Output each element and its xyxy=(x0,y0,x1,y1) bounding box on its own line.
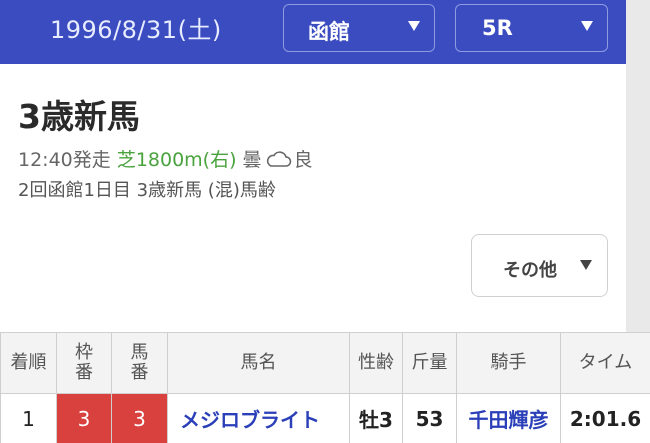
race-info-line: 12:40発走 芝1800m(右) 曇 良 xyxy=(18,145,313,174)
race-number-select[interactable]: 5R xyxy=(455,4,608,52)
header-horse[interactable]: 馬名 xyxy=(167,332,350,394)
header-waku-line2: 番 xyxy=(75,362,93,383)
venue-select[interactable]: 函館 xyxy=(283,4,435,52)
results-table: 着順 枠番 馬番 馬名 性齢 斤量 騎手 タイム 1 3 3 メジロブライト 牡… xyxy=(0,332,650,443)
cloud-icon xyxy=(264,149,292,174)
table-header-row: 着順 枠番 馬番 馬名 性齢 斤量 騎手 タイム xyxy=(0,332,650,394)
header-time[interactable]: タイム xyxy=(560,332,650,394)
other-menu-label: その他 xyxy=(503,260,557,281)
venue-select-value: 函館 xyxy=(308,20,350,44)
course-info: 芝1800m(右) xyxy=(116,149,237,171)
scrollbar-track[interactable] xyxy=(626,0,650,332)
start-time: 12:40発走 xyxy=(18,149,111,171)
track-condition: 良 xyxy=(293,149,313,171)
horse-name-link[interactable]: メジロブライト xyxy=(167,393,350,443)
race-date-value: 1996/8/31 xyxy=(50,16,178,44)
header-jockey[interactable]: 騎手 xyxy=(456,332,561,394)
race-date: 1996/8/31(土) xyxy=(50,10,222,45)
race-title: 3歳新馬 xyxy=(18,97,140,136)
jockey-name-link[interactable]: 千田輝彦 xyxy=(456,393,561,443)
cell-waku: 3 xyxy=(56,393,112,443)
header-weight[interactable]: 斤量 xyxy=(402,332,457,394)
cell-weight: 53 xyxy=(402,393,457,443)
cell-rank: 1 xyxy=(0,393,57,443)
race-header-bar: 1996/8/31(土) 函館 5R xyxy=(0,0,626,64)
table-row: 1 3 3 メジロブライト 牡3 53 千田輝彦 2:01.6 xyxy=(0,393,650,443)
cell-time: 2:01.6 xyxy=(560,393,650,443)
chevron-down-icon xyxy=(580,260,592,270)
header-waku[interactable]: 枠番 xyxy=(56,332,112,394)
header-uma-line1: 馬 xyxy=(130,342,149,363)
header-rank[interactable]: 着順 xyxy=(0,332,57,394)
race-number-select-value: 5R xyxy=(482,16,513,40)
header-sex-age[interactable]: 性齢 xyxy=(349,332,403,394)
header-waku-line1: 枠 xyxy=(75,342,93,363)
other-menu-button[interactable]: その他 xyxy=(471,234,608,297)
header-uma[interactable]: 馬番 xyxy=(111,332,168,394)
race-details: 2回函館1日目 3歳新馬 (混)馬齢 xyxy=(18,180,276,201)
chevron-down-icon xyxy=(408,21,420,31)
cell-uma: 3 xyxy=(111,393,168,443)
chevron-down-icon xyxy=(581,21,593,31)
header-uma-line2: 番 xyxy=(130,362,149,383)
cell-sex-age: 牡3 xyxy=(349,393,403,443)
race-weekday: (土) xyxy=(177,16,222,44)
weather-text: 曇 xyxy=(242,149,262,171)
